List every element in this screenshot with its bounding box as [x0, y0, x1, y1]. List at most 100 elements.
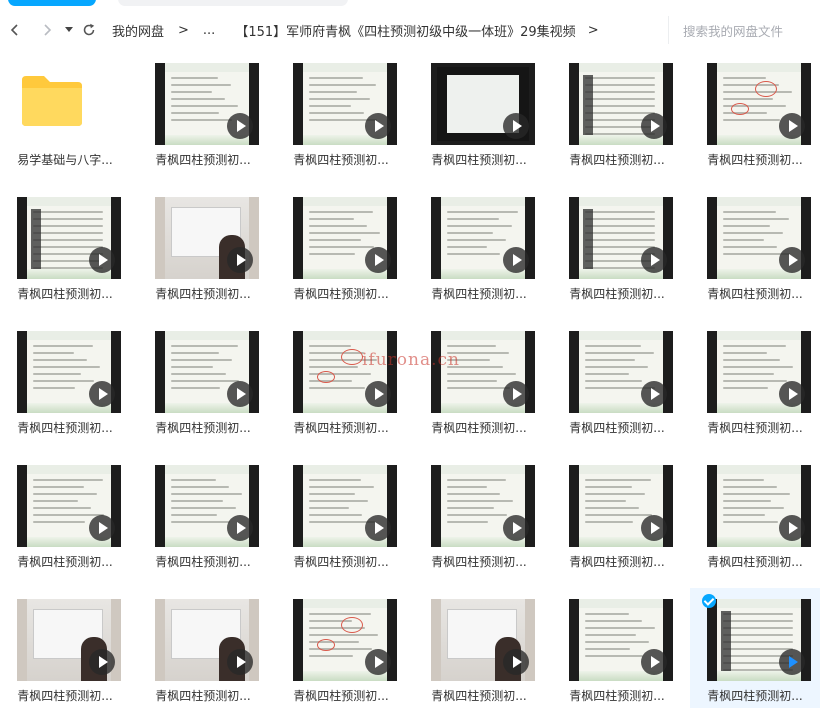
breadcrumb-separator: > [587, 22, 599, 38]
play-icon [227, 649, 253, 675]
video-file-item[interactable]: 青枫四柱预测初... [276, 186, 406, 306]
file-name-label: 青枫四柱预测初... [17, 287, 113, 301]
play-icon [365, 113, 391, 139]
video-file-item[interactable]: 青枫四柱预测初... [690, 320, 820, 440]
file-name-label: 青枫四柱预测初... [155, 421, 251, 435]
video-file-item[interactable]: 青枫四柱预测初... [552, 454, 682, 574]
video-thumbnail [569, 63, 673, 145]
file-name-label: 青枫四柱预测初... [155, 287, 251, 301]
file-name-label: 青枫四柱预测初... [293, 555, 389, 569]
video-thumbnail [155, 599, 259, 681]
play-icon [641, 649, 667, 675]
top-strip [0, 0, 825, 8]
upload-button-edge[interactable] [8, 0, 96, 6]
video-thumbnail [431, 599, 535, 681]
video-thumbnail [155, 63, 259, 145]
video-thumbnail [707, 63, 811, 145]
play-icon [365, 381, 391, 407]
video-thumbnail [155, 197, 259, 279]
play-icon [89, 381, 115, 407]
breadcrumb-current-folder[interactable]: 【151】军师府青枫《四柱预测初级中级一体班》29集视频 [235, 21, 575, 40]
folder-item[interactable]: 易学基础与八字... [0, 52, 130, 172]
video-thumbnail [293, 63, 397, 145]
video-file-item[interactable]: 青枫四柱预测初... [138, 454, 268, 574]
history-dropdown-icon[interactable] [60, 15, 78, 45]
video-file-item[interactable]: 青枫四柱预测初... [414, 52, 544, 172]
search-input[interactable]: 搜索我的网盘文件 [668, 16, 818, 44]
video-file-item[interactable]: 青枫四柱预测初... [552, 186, 682, 306]
back-arrow-icon[interactable] [2, 15, 28, 45]
file-name-label: 青枫四柱预测初... [431, 555, 527, 569]
file-name-label: 青枫四柱预测初... [155, 689, 251, 703]
video-file-item[interactable]: 青枫四柱预测初... [690, 186, 820, 306]
video-file-item[interactable]: 青枫四柱预测初... [0, 320, 130, 440]
file-name-label: 青枫四柱预测初... [707, 689, 803, 703]
file-name-label: 青枫四柱预测初... [569, 689, 665, 703]
video-thumbnail [17, 197, 121, 279]
navigation-bar: 我的网盘 > ... 【151】军师府青枫《四柱预测初级中级一体班》29集视频 … [0, 8, 825, 52]
video-file-item[interactable]: 青枫四柱预测初... [552, 52, 682, 172]
video-file-item[interactable]: 青枫四柱预测初... [0, 588, 130, 708]
refresh-icon[interactable] [78, 15, 100, 45]
file-name-label: 易学基础与八字... [17, 153, 113, 167]
video-thumbnail [293, 599, 397, 681]
file-name-label: 青枫四柱预测初... [431, 287, 527, 301]
video-file-item[interactable]: 青枫四柱预测初... [276, 320, 406, 440]
file-name-label: 青枫四柱预测初... [431, 421, 527, 435]
video-file-item[interactable]: 青枫四柱预测初... [276, 588, 406, 708]
video-file-item[interactable]: 青枫四柱预测初... [414, 588, 544, 708]
video-file-item[interactable]: 青枫四柱预测初... [138, 588, 268, 708]
file-name-label: 青枫四柱预测初... [707, 287, 803, 301]
play-icon [779, 381, 805, 407]
play-icon [227, 381, 253, 407]
play-icon [641, 113, 667, 139]
breadcrumb-separator: > [178, 22, 189, 38]
video-file-item[interactable]: 青枫四柱预测初... [414, 320, 544, 440]
video-thumbnail [431, 465, 535, 547]
file-name-label: 青枫四柱预测初... [293, 153, 389, 167]
file-name-label: 青枫四柱预测初... [707, 153, 803, 167]
video-thumbnail [293, 465, 397, 547]
file-name-label: 青枫四柱预测初... [293, 689, 389, 703]
video-file-item[interactable]: 青枫四柱预测初... [690, 588, 820, 708]
folder-icon [20, 72, 84, 132]
play-icon [503, 113, 529, 139]
file-name-label: 青枫四柱预测初... [569, 555, 665, 569]
play-icon [365, 515, 391, 541]
file-grid: 易学基础与八字... 青枫四柱预测初... 青枫四柱预测初... 青枫四柱预测初...… [0, 52, 825, 722]
file-name-label: 青枫四柱预测初... [17, 689, 113, 703]
file-name-label: 青枫四柱预测初... [155, 153, 251, 167]
file-name-label: 青枫四柱预测初... [569, 153, 665, 167]
video-thumbnail [431, 331, 535, 413]
video-thumbnail [293, 331, 397, 413]
video-file-item[interactable]: 青枫四柱预测初... [138, 320, 268, 440]
video-file-item[interactable]: 青枫四柱预测初... [276, 454, 406, 574]
file-name-label: 青枫四柱预测初... [569, 287, 665, 301]
video-thumbnail [707, 599, 811, 681]
forward-arrow-icon[interactable] [34, 15, 60, 45]
breadcrumb: 我的网盘 > ... 【151】军师府青枫《四柱预测初级中级一体班》29集视频 … [112, 21, 613, 40]
video-file-item[interactable]: 青枫四柱预测初... [276, 52, 406, 172]
play-icon [779, 247, 805, 273]
video-file-item[interactable]: 青枫四柱预测初... [414, 186, 544, 306]
video-file-item[interactable]: 青枫四柱预测初... [138, 52, 268, 172]
play-icon [89, 247, 115, 273]
play-icon [89, 515, 115, 541]
breadcrumb-root[interactable]: 我的网盘 [112, 21, 164, 40]
video-thumbnail [155, 465, 259, 547]
video-file-item[interactable]: 青枫四柱预测初... [0, 186, 130, 306]
file-name-label: 青枫四柱预测初... [293, 421, 389, 435]
video-file-item[interactable]: 青枫四柱预测初... [138, 186, 268, 306]
video-file-item[interactable]: 青枫四柱预测初... [552, 588, 682, 708]
video-file-item[interactable]: 青枫四柱预测初... [690, 52, 820, 172]
selected-checkbox-icon[interactable] [702, 594, 716, 608]
video-file-item[interactable]: 青枫四柱预测初... [552, 320, 682, 440]
video-thumbnail [707, 331, 811, 413]
video-file-item[interactable]: 青枫四柱预测初... [690, 454, 820, 574]
video-file-item[interactable]: 青枫四柱预测初... [414, 454, 544, 574]
video-file-item[interactable]: 青枫四柱预测初... [0, 454, 130, 574]
file-name-label: 青枫四柱预测初... [17, 555, 113, 569]
breadcrumb-ellipsis[interactable]: ... [203, 23, 215, 38]
video-thumbnail [431, 63, 535, 145]
video-thumbnail [431, 197, 535, 279]
